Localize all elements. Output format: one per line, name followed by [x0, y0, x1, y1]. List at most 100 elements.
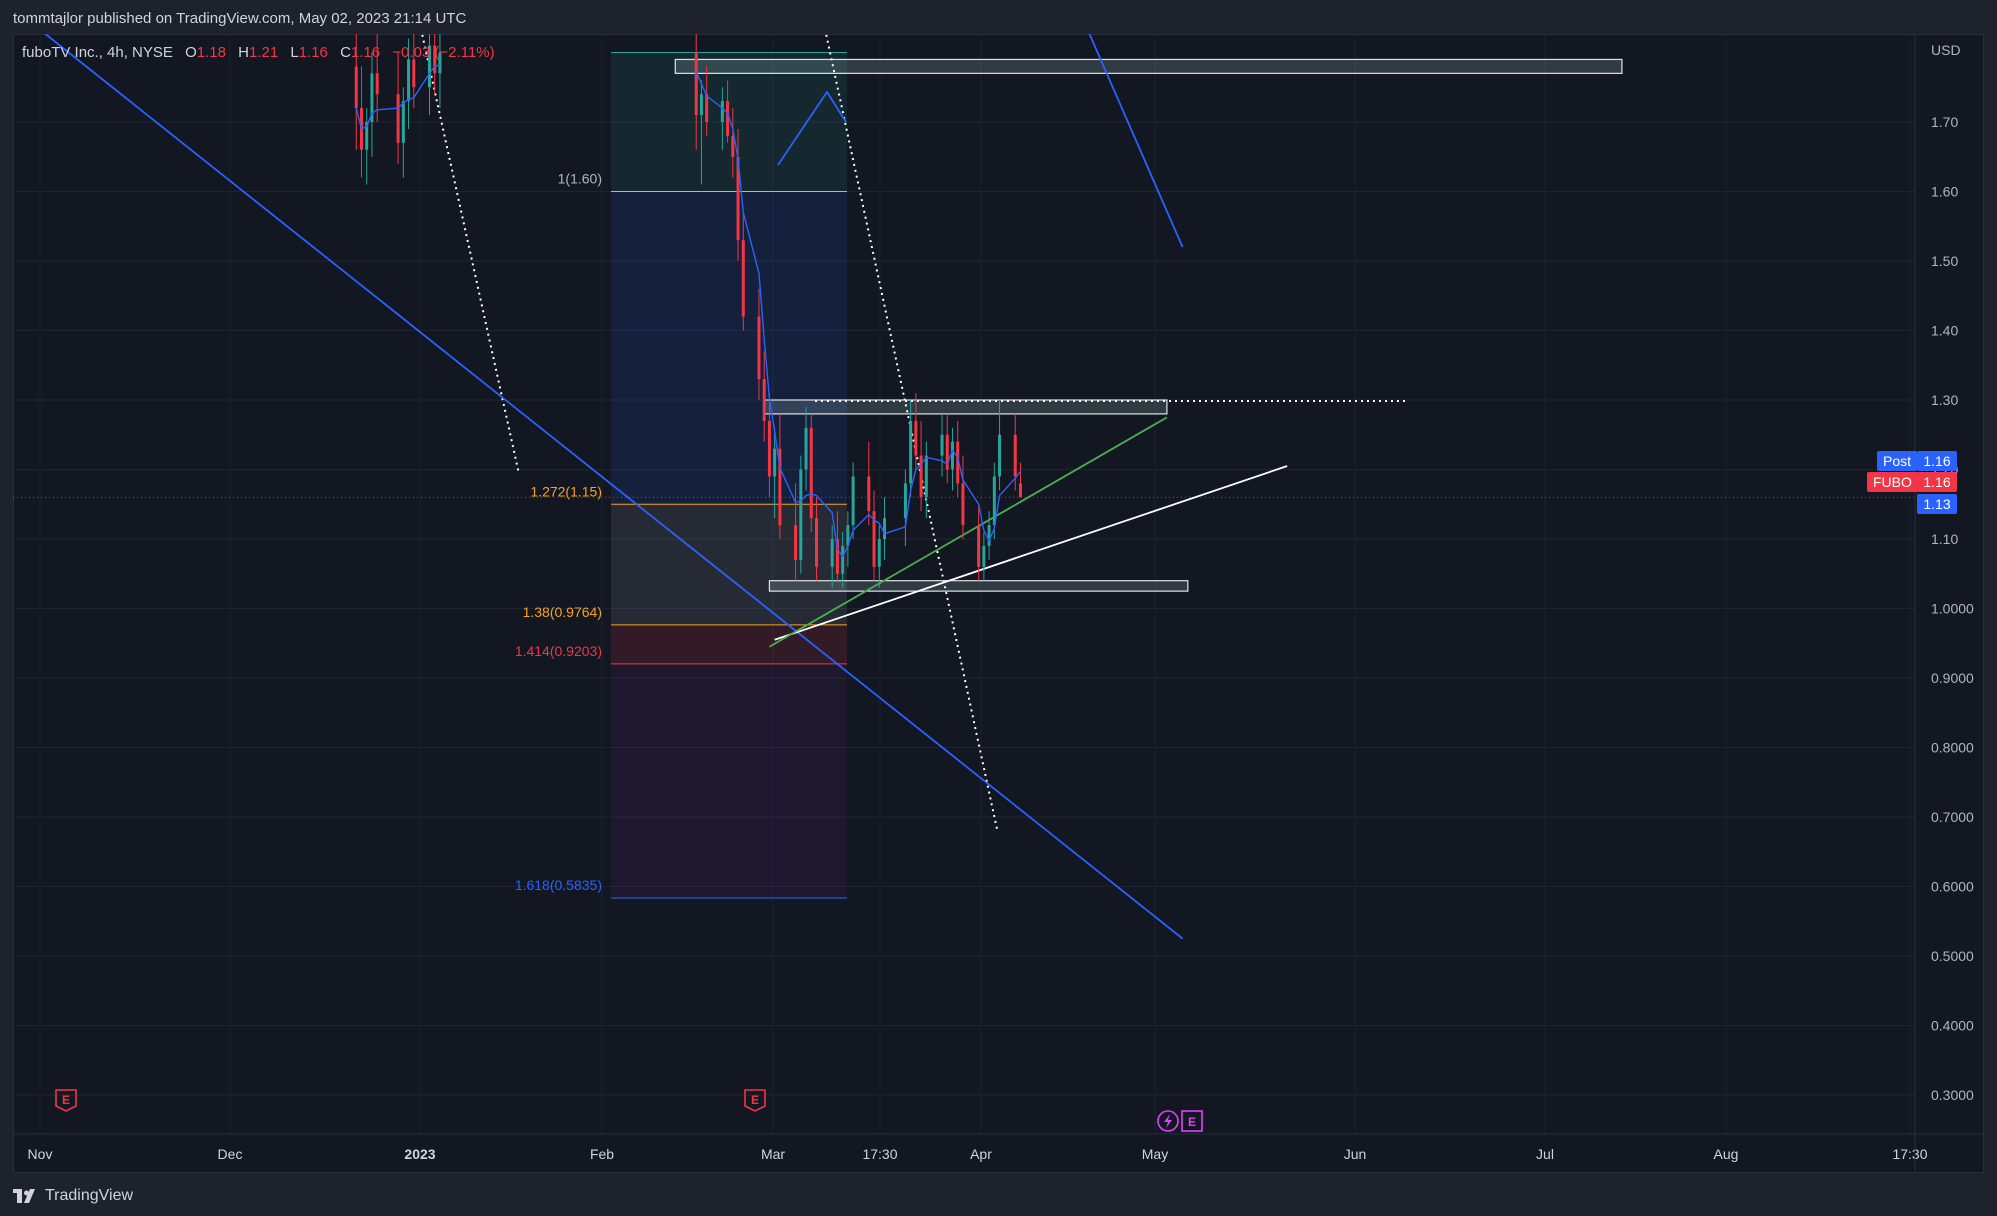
candle[interactable]	[977, 525, 981, 567]
tradingview-brand-text: TradingView	[45, 1187, 134, 1204]
candle[interactable]	[705, 94, 709, 122]
candle[interactable]	[841, 545, 845, 574]
change-value: −0.03 (−2.11%)	[392, 44, 495, 61]
candle[interactable]	[401, 101, 405, 143]
price-tick-label: 0.6000	[1931, 879, 1974, 895]
candle[interactable]	[773, 448, 777, 477]
symbol-legend: fuboTV Inc., 4h, NYSE O1.18 H1.21 L1.16 …	[22, 44, 495, 61]
low-value: 1.16	[298, 44, 328, 61]
candle[interactable]	[396, 94, 400, 143]
candle[interactable]	[961, 483, 965, 526]
candle[interactable]	[720, 101, 724, 122]
candle[interactable]	[877, 539, 881, 567]
tradingview-logo[interactable]: TradingView	[13, 1187, 133, 1205]
time-tick-label: Dec	[218, 1146, 243, 1162]
price-tick-label: 1.60	[1931, 184, 1958, 200]
candle[interactable]	[914, 420, 918, 456]
candle[interactable]	[924, 455, 928, 498]
high-value: 1.21	[248, 44, 279, 61]
candle[interactable]	[407, 59, 411, 102]
candle[interactable]	[762, 379, 766, 421]
open-value: 1.18	[196, 44, 226, 61]
candle[interactable]	[731, 135, 735, 157]
publish-bar: tommtajlor published on TradingView.com,…	[0, 0, 1997, 34]
time-tick-label: May	[1142, 1146, 1168, 1162]
candle[interactable]	[830, 539, 834, 567]
candle[interactable]	[809, 427, 813, 519]
high-label: H	[238, 44, 249, 61]
chart-canvas[interactable]: 1.701.601.501.401.301.201.101.00000.9000…	[13, 34, 1984, 1173]
candle[interactable]	[1018, 483, 1022, 498]
price-tick-label: 1.0000	[1931, 601, 1974, 617]
time-tick-label: Apr	[970, 1146, 992, 1162]
candle[interactable]	[1013, 434, 1017, 477]
earnings-icon[interactable]: E	[744, 1089, 766, 1112]
time-tick-label: Feb	[590, 1146, 614, 1162]
price-tick-label: 1.30	[1931, 392, 1958, 408]
price-tick-label: 0.5000	[1931, 948, 1974, 964]
earnings-badge-label: E	[751, 1093, 759, 1107]
footer: TradingView	[0, 1173, 1997, 1216]
fib-level-label: 1.414(0.9203)	[515, 643, 602, 659]
time-tick-label: 2023	[404, 1146, 435, 1162]
lightning-icon[interactable]	[1157, 1110, 1179, 1132]
candle[interactable]	[375, 73, 379, 95]
post-price-tag: 1.16	[1917, 451, 1957, 471]
currency-label: USD	[1931, 42, 1961, 58]
candle[interactable]	[815, 518, 818, 567]
candle[interactable]	[794, 525, 798, 560]
post-label-tag: Post	[1877, 451, 1918, 471]
candle[interactable]	[998, 434, 1002, 477]
top-zone[interactable]	[674, 58, 1623, 74]
candle[interactable]	[767, 420, 771, 477]
time-tick-label: 17:30	[1892, 1146, 1927, 1162]
close-value: 1.16	[350, 44, 381, 61]
candle[interactable]	[699, 94, 703, 116]
symbol-name[interactable]: fuboTV Inc., 4h, NYSE	[22, 44, 173, 61]
candle[interactable]	[940, 434, 944, 456]
time-tick-label: 17:30	[862, 1146, 897, 1162]
price-tick-label: 1.10	[1931, 531, 1958, 547]
fib-level-label: 1.618(0.5835)	[515, 877, 602, 893]
candle[interactable]	[909, 420, 913, 484]
dotted-trendline-left[interactable]	[421, 34, 520, 475]
price-tick-label: 1.50	[1931, 253, 1958, 269]
candle[interactable]	[950, 441, 954, 470]
candle[interactable]	[741, 240, 745, 317]
candle[interactable]	[987, 525, 991, 546]
earnings-icon[interactable]: E	[1181, 1110, 1203, 1132]
candle[interactable]	[804, 427, 808, 470]
candle[interactable]	[757, 316, 761, 380]
fib-zone-purple	[611, 663, 847, 898]
candle[interactable]	[799, 469, 803, 560]
white-support[interactable]	[774, 465, 1288, 641]
price-tick-label: 0.9000	[1931, 670, 1974, 686]
price-tick-label: 0.8000	[1931, 740, 1974, 756]
candle[interactable]	[851, 476, 855, 526]
time-tick-label: Jul	[1536, 1146, 1554, 1162]
candle[interactable]	[412, 59, 416, 88]
price-tick-label: 0.4000	[1931, 1018, 1974, 1034]
time-tick-label: Aug	[1714, 1146, 1739, 1162]
price-tick-label: 1.70	[1931, 114, 1958, 130]
candle[interactable]	[882, 518, 886, 539]
moving-average-tag: 1.13	[1917, 494, 1957, 514]
candle[interactable]	[982, 545, 986, 567]
earnings-badge-label: E	[62, 1093, 70, 1107]
candle[interactable]	[694, 52, 698, 116]
candle[interactable]	[354, 66, 358, 109]
published-by-text: tommtajlor published on TradingView.com,…	[13, 10, 467, 27]
last-price-tag: 1.16	[1917, 472, 1957, 492]
earnings-icon[interactable]: E	[55, 1089, 77, 1112]
candle[interactable]	[867, 476, 871, 512]
candle[interactable]	[903, 483, 907, 519]
time-tick-label: Mar	[761, 1146, 785, 1162]
close-label: C	[340, 44, 351, 61]
fib-level-label: 1.38(0.9764)	[523, 604, 602, 620]
low-label: L	[290, 44, 299, 61]
tradingview-logo-icon	[13, 1189, 35, 1203]
resistance-zone[interactable]	[763, 399, 1168, 415]
symbol-label-tag: FUBO	[1867, 472, 1918, 492]
price-tick-label: 1.40	[1931, 323, 1958, 339]
time-tick-label: Nov	[28, 1146, 53, 1162]
